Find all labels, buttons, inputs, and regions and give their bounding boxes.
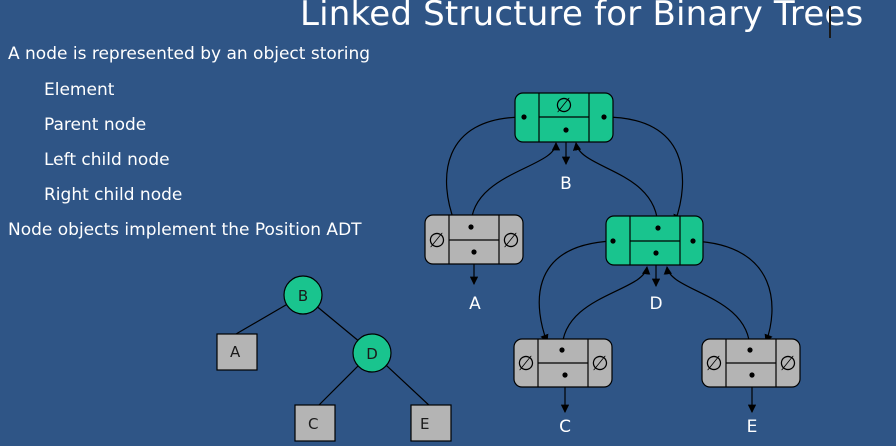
- linked-label-e: E: [747, 417, 758, 437]
- linked-node-b: ∅: [514, 92, 614, 143]
- null-symbol: ∅: [555, 93, 572, 117]
- tree-node-b: B: [283, 275, 323, 315]
- tree-node-e: E: [410, 404, 452, 442]
- tree-node-e-label: E: [420, 415, 429, 433]
- tree-node-b-label: B: [298, 287, 308, 305]
- linked-label-d: D: [649, 294, 662, 314]
- tree-node-d-label: D: [366, 345, 378, 363]
- tree-node-c: C: [294, 404, 336, 442]
- linked-label-c: C: [559, 417, 571, 437]
- null-symbol: ∅: [591, 351, 608, 375]
- tree-node-a: A: [216, 333, 258, 371]
- null-symbol: ∅: [428, 228, 445, 252]
- link-a-parent-to-b: [470, 141, 561, 227]
- null-symbol: ∅: [502, 228, 519, 252]
- diagram-canvas: B A D C E ∅ B ∅ ∅ A D ∅ ∅ C ∅ ∅ E: [216, 92, 801, 442]
- tree-node-c-label: C: [308, 415, 318, 433]
- tree-node-a-label: A: [230, 343, 241, 361]
- link-d-parent-to-b: [572, 141, 659, 229]
- linked-structure: ∅ B ∅ ∅ A D ∅ ∅ C ∅ ∅ E: [424, 92, 801, 437]
- linked-node-a: ∅ ∅: [424, 214, 524, 265]
- null-symbol: ∅: [779, 351, 796, 375]
- tree-node-d: D: [352, 333, 392, 373]
- link-b-left-to-a: [445, 116, 525, 224]
- null-symbol: ∅: [517, 351, 534, 375]
- linked-node-c: ∅ ∅: [513, 338, 613, 388]
- small-tree: B A D C E: [216, 275, 452, 442]
- null-symbol: ∅: [705, 351, 722, 375]
- link-c-parent-to-d: [561, 265, 651, 351]
- linked-label-b: B: [560, 174, 572, 194]
- linked-label-a: A: [469, 294, 481, 314]
- link-e-parent-to-d: [663, 265, 751, 351]
- linked-node-d: [605, 215, 704, 266]
- link-b-right-to-d: [603, 116, 684, 223]
- linked-node-e: ∅ ∅: [701, 338, 801, 388]
- link-d-right-to-e: [692, 240, 773, 343]
- link-d-left-to-c: [538, 240, 614, 343]
